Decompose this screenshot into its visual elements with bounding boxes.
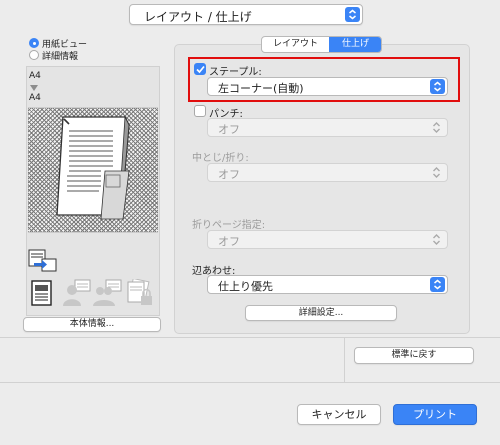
printer-connection-icon — [28, 249, 58, 276]
chevron-updown-icon — [432, 166, 441, 182]
user-id-icon — [62, 279, 92, 310]
fold-page-select[interactable]: オフ — [207, 230, 448, 249]
fold-label: 中とじ/折り: — [192, 153, 249, 164]
detail-settings-button[interactable]: 詳細設定... — [245, 305, 397, 321]
binding-select[interactable]: 仕上り優先 — [207, 275, 448, 294]
tab-finishing[interactable]: 仕上げ — [329, 37, 381, 52]
binding-value: 仕上り優先 — [218, 280, 273, 293]
paper-size-bottom: A4 — [29, 93, 41, 103]
tab-bar: レイアウト 仕上げ — [261, 36, 382, 53]
chevron-updown-icon — [430, 277, 445, 292]
divider — [0, 337, 500, 338]
device-info-button[interactable]: 本体情報... — [23, 317, 161, 332]
document-icon — [31, 280, 53, 309]
punch-select[interactable]: オフ — [207, 118, 448, 137]
secure-print-icon — [126, 277, 154, 310]
punch-value: オフ — [218, 123, 240, 136]
panel-select[interactable]: レイアウト / 仕上げ — [129, 4, 363, 25]
radio-detail-info-label: 詳細情報 — [42, 52, 79, 62]
chevron-updown-icon — [432, 121, 441, 137]
paper-size-top: A4 — [29, 71, 41, 81]
cancel-button[interactable]: キャンセル — [297, 404, 381, 425]
panel-select-value: レイアウト / 仕上げ — [144, 10, 252, 24]
highlight-frame — [188, 57, 460, 102]
divider — [0, 382, 500, 383]
print-button[interactable]: プリント — [393, 404, 477, 425]
tab-layout[interactable]: レイアウト — [262, 37, 329, 52]
chevron-updown-icon — [345, 7, 360, 22]
account-track-icon — [93, 279, 123, 310]
fold-select[interactable]: オフ — [207, 163, 448, 182]
fold-value: オフ — [218, 168, 240, 181]
radio-paper-view-button[interactable] — [29, 38, 39, 48]
fold-page-value: オフ — [218, 235, 240, 248]
punch-checkbox[interactable] — [194, 105, 206, 117]
divider — [344, 337, 345, 382]
chevron-updown-icon — [432, 233, 441, 249]
fold-page-label: 折りページ指定: — [192, 220, 266, 231]
reset-defaults-button[interactable]: 標準に戻す — [354, 347, 474, 364]
radio-detail-info-button[interactable] — [29, 50, 39, 60]
page-preview-icon — [55, 115, 133, 230]
